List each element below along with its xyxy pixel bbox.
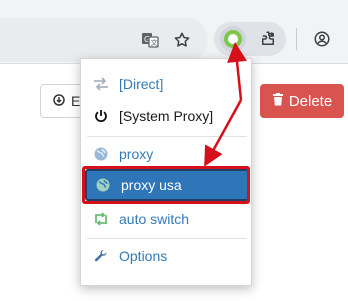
download-circle-icon [53, 93, 65, 109]
menu-item-label: [Direct] [119, 76, 164, 92]
translate-icon[interactable]: G 文 [140, 30, 160, 50]
menu-item-label: auto switch [119, 211, 190, 227]
star-icon[interactable] [172, 30, 192, 50]
delete-button-label: Delete [288, 92, 333, 110]
trash-icon [272, 92, 284, 110]
menu-item-label: proxy [119, 146, 154, 162]
retweet-icon [93, 211, 109, 227]
menu-item-label: Options [119, 248, 168, 264]
menu-item-options[interactable]: Options [81, 241, 253, 271]
page-left-button-label: E [71, 93, 81, 109]
toolbar-divider [296, 28, 297, 50]
annotation-highlight-box [82, 166, 250, 204]
delete-button[interactable]: Delete [260, 84, 344, 118]
power-icon [93, 108, 109, 124]
wrench-icon [93, 248, 109, 264]
menu-separator [87, 136, 247, 137]
menu-separator [87, 238, 247, 239]
menu-item-auto-switch[interactable]: auto switch [81, 204, 253, 234]
menu-item-direct[interactable]: [Direct] [81, 69, 253, 99]
menu-item-system-proxy[interactable]: [System Proxy] [81, 101, 253, 131]
profile-icon[interactable] [312, 29, 332, 49]
svg-text:文: 文 [151, 38, 158, 47]
browser-window: G 文 E Delete [Direct] [System Proxy] pro… [0, 0, 348, 301]
switchyomega-icon[interactable] [220, 26, 246, 52]
browser-toolbar: G 文 [0, 0, 348, 64]
direct-exchange-icon [93, 76, 109, 92]
globe-icon [93, 146, 109, 162]
menu-item-label: [System Proxy] [119, 108, 214, 124]
menu-item-proxy[interactable]: proxy [81, 139, 253, 169]
extensions-puzzle-icon[interactable] [258, 29, 278, 49]
